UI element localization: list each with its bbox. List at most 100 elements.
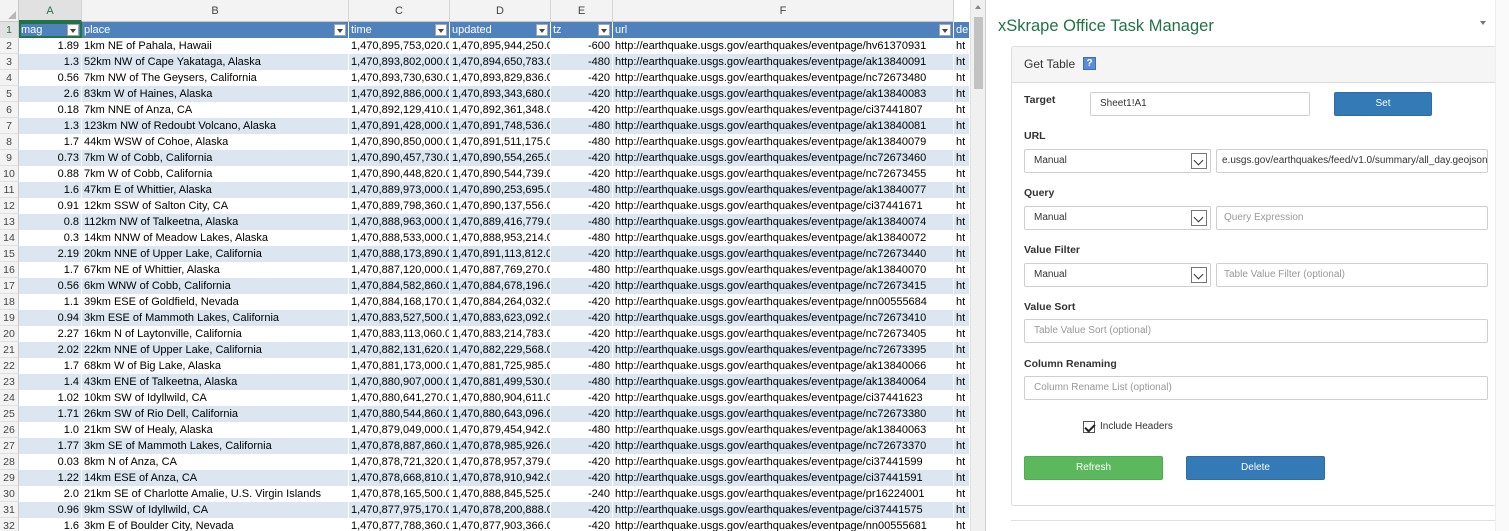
- cell-de[interactable]: ht: [954, 246, 970, 262]
- cell-time[interactable]: 1,470,880,544,860.0: [349, 406, 450, 422]
- chevron-down-icon[interactable]: [1191, 210, 1207, 226]
- cell-time[interactable]: 1,470,889,798,360.0: [349, 198, 450, 214]
- spreadsheet-grid[interactable]: ABCDEF 1 mag place time updated tz url de 2 1.89 1…: [0, 0, 985, 531]
- column-letter-header[interactable]: C: [349, 0, 450, 22]
- cell-place[interactable]: 112km NW of Talkeetna, Alaska: [82, 214, 349, 230]
- cell-mag[interactable]: 1.7: [19, 262, 82, 278]
- cell-url[interactable]: http://earthquake.usgs.gov/earthquakes/e…: [613, 198, 954, 214]
- cell-tz[interactable]: -420: [551, 390, 613, 406]
- cell-mag[interactable]: 1.7: [19, 358, 82, 374]
- cell-url[interactable]: http://earthquake.usgs.gov/earthquakes/e…: [613, 278, 954, 294]
- cell-de[interactable]: ht: [954, 214, 970, 230]
- filter-dropdown-icon[interactable]: [939, 24, 951, 36]
- cell-mag[interactable]: 0.73: [19, 150, 82, 166]
- cell-place[interactable]: 8km N of Anza, CA: [82, 454, 349, 470]
- cell-updated[interactable]: 1,470,893,343,680.0: [450, 86, 551, 102]
- column-letter-header[interactable]: F: [613, 0, 954, 22]
- cell-mag[interactable]: 2.19: [19, 246, 82, 262]
- row-number[interactable]: 30: [0, 486, 19, 502]
- column-header-mag[interactable]: mag: [19, 22, 82, 38]
- cell-updated[interactable]: 1,470,890,137,556.0: [450, 198, 551, 214]
- cell-updated[interactable]: 1,470,888,845,525.0: [450, 486, 551, 502]
- row-number[interactable]: 13: [0, 214, 19, 230]
- chevron-down-icon[interactable]: [1479, 20, 1489, 28]
- cell-url[interactable]: http://earthquake.usgs.gov/earthquakes/e…: [613, 54, 954, 70]
- cell-url[interactable]: http://earthquake.usgs.gov/earthquakes/e…: [613, 118, 954, 134]
- cell-mag[interactable]: 2.0: [19, 486, 82, 502]
- row-number[interactable]: 21: [0, 342, 19, 358]
- cell-mag[interactable]: 2.27: [19, 326, 82, 342]
- cell-de[interactable]: ht: [954, 470, 970, 486]
- cell-tz[interactable]: -480: [551, 54, 613, 70]
- cell-updated[interactable]: 1,470,878,910,942.0: [450, 470, 551, 486]
- cell-time[interactable]: 1,470,878,668,810.0: [349, 470, 450, 486]
- cell-place[interactable]: 9km SSW of Idyllwild, CA: [82, 502, 349, 518]
- cell-time[interactable]: 1,470,888,963,000.0: [349, 214, 450, 230]
- cell-url[interactable]: http://earthquake.usgs.gov/earthquakes/e…: [613, 150, 954, 166]
- cell-place[interactable]: 123km NW of Redoubt Volcano, Alaska: [82, 118, 349, 134]
- cell-de[interactable]: ht: [954, 310, 970, 326]
- cell-url[interactable]: http://earthquake.usgs.gov/earthquakes/e…: [613, 134, 954, 150]
- row-number[interactable]: 7: [0, 118, 19, 134]
- cell-de[interactable]: ht: [954, 182, 970, 198]
- cell-time[interactable]: 1,470,880,641,270.0: [349, 390, 450, 406]
- cell-updated[interactable]: 1,470,888,953,214.0: [450, 230, 551, 246]
- cell-time[interactable]: 1,470,887,120,000.0: [349, 262, 450, 278]
- cell-place[interactable]: 47km E of Whittier, Alaska: [82, 182, 349, 198]
- cell-place[interactable]: 43km ENE of Talkeetna, Alaska: [82, 374, 349, 390]
- cell-place[interactable]: 12km SSW of Salton City, CA: [82, 198, 349, 214]
- column-header-place[interactable]: place: [82, 22, 349, 38]
- query-input[interactable]: Query Expression: [1216, 206, 1488, 230]
- cell-updated[interactable]: 1,470,881,725,985.0: [450, 358, 551, 374]
- row-number[interactable]: 8: [0, 134, 19, 150]
- cell-place[interactable]: 14km NNW of Meadow Lakes, Alaska: [82, 230, 349, 246]
- cell-place[interactable]: 1km NE of Pahala, Hawaii: [82, 38, 349, 54]
- cell-updated[interactable]: 1,470,894,650,783.0: [450, 54, 551, 70]
- cell-tz[interactable]: -480: [551, 262, 613, 278]
- row-number[interactable]: 5: [0, 86, 19, 102]
- cell-tz[interactable]: -420: [551, 438, 613, 454]
- cell-updated[interactable]: 1,470,880,643,096.0: [450, 406, 551, 422]
- row-number[interactable]: 2: [0, 38, 19, 54]
- row-number[interactable]: 10: [0, 166, 19, 182]
- cell-tz[interactable]: -600: [551, 38, 613, 54]
- cell-de[interactable]: ht: [954, 486, 970, 502]
- vertical-scrollbar[interactable]: [970, 0, 985, 531]
- cell-de[interactable]: ht: [954, 294, 970, 310]
- cell-time[interactable]: 1,470,878,721,320.0: [349, 454, 450, 470]
- cell-mag[interactable]: 0.03: [19, 454, 82, 470]
- cell-updated[interactable]: 1,470,891,113,812.0: [450, 246, 551, 262]
- row-number[interactable]: 16: [0, 262, 19, 278]
- cell-url[interactable]: http://earthquake.usgs.gov/earthquakes/e…: [613, 454, 954, 470]
- cell-tz[interactable]: -420: [551, 326, 613, 342]
- cell-place[interactable]: 7km NNE of Anza, CA: [82, 102, 349, 118]
- cell-place[interactable]: 44km WSW of Cohoe, Alaska: [82, 134, 349, 150]
- cell-time[interactable]: 1,470,889,973,000.0: [349, 182, 450, 198]
- row-number[interactable]: 28: [0, 454, 19, 470]
- cell-mag[interactable]: 2.02: [19, 342, 82, 358]
- scroll-up-arrow-icon[interactable]: [971, 0, 985, 15]
- cell-updated[interactable]: 1,470,884,678,196.0: [450, 278, 551, 294]
- include-headers-checkbox[interactable]: [1083, 421, 1095, 433]
- cell-mag[interactable]: 2.6: [19, 86, 82, 102]
- cell-de[interactable]: ht: [954, 198, 970, 214]
- set-button[interactable]: Set: [1334, 92, 1432, 116]
- cell-mag[interactable]: 0.94: [19, 310, 82, 326]
- cell-updated[interactable]: 1,470,878,957,379.0: [450, 454, 551, 470]
- cell-mag[interactable]: 1.77: [19, 438, 82, 454]
- cell-tz[interactable]: -420: [551, 454, 613, 470]
- cell-place[interactable]: 7km W of Cobb, California: [82, 166, 349, 182]
- cell-place[interactable]: 21km SE of Charlotte Amalie, U.S. Virgin…: [82, 486, 349, 502]
- column-rename-input[interactable]: Column Rename List (optional): [1024, 376, 1488, 400]
- cell-tz[interactable]: -420: [551, 86, 613, 102]
- cell-de[interactable]: ht: [954, 342, 970, 358]
- cell-tz[interactable]: -420: [551, 470, 613, 486]
- cell-place[interactable]: 52km NW of Cape Yakataga, Alaska: [82, 54, 349, 70]
- cell-url[interactable]: http://earthquake.usgs.gov/earthquakes/e…: [613, 486, 954, 502]
- cell-de[interactable]: ht: [954, 54, 970, 70]
- column-letter-header[interactable]: A: [19, 0, 82, 22]
- cell-tz[interactable]: -420: [551, 278, 613, 294]
- cell-tz[interactable]: -420: [551, 70, 613, 86]
- cell-time[interactable]: 1,470,884,582,860.0: [349, 278, 450, 294]
- cell-url[interactable]: http://earthquake.usgs.gov/earthquakes/e…: [613, 166, 954, 182]
